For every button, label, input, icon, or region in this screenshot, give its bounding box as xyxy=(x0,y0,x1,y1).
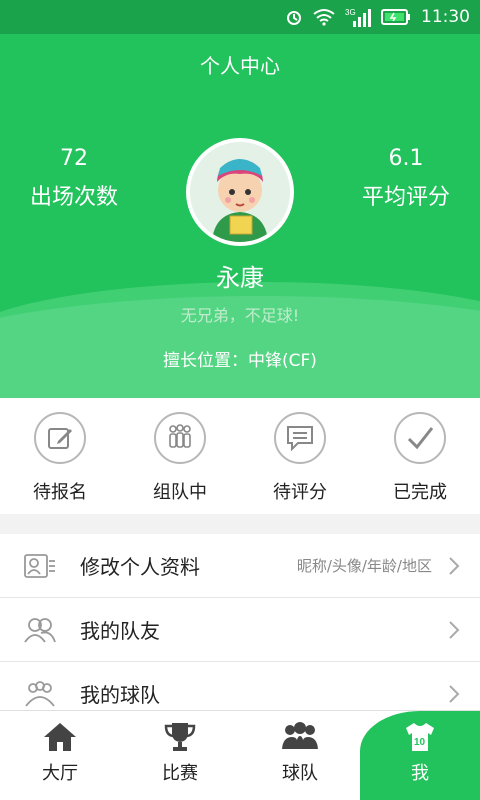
status-label: 待评分 xyxy=(273,482,327,503)
jersey-number: 10 xyxy=(414,737,426,748)
status-label: 组队中 xyxy=(153,482,207,503)
avatar[interactable] xyxy=(186,138,294,246)
battery-icon xyxy=(381,9,411,25)
team-icon xyxy=(154,412,206,464)
comment-icon xyxy=(274,412,326,464)
list-item-title: 修改个人资料 xyxy=(80,555,200,579)
rating-label: 平均评分 xyxy=(361,185,450,210)
clock-text: 11:30 xyxy=(421,7,470,27)
user-motto: 无兄弟，不足球! xyxy=(180,306,300,325)
profile-header: 个人中心 72 出场次数 6.1 平均评分 永康 无兄弟，不足球! 擅长位置：中… xyxy=(0,34,480,398)
tab-label: 我 xyxy=(411,763,429,784)
appearances-stat: 72 出场次数 xyxy=(4,146,144,211)
signal-icon: 3G xyxy=(345,7,371,27)
rating-value: 6.1 xyxy=(388,146,424,171)
profile-card-icon xyxy=(0,552,80,580)
trophy-icon xyxy=(164,723,196,751)
jersey-icon: 10 xyxy=(406,723,434,751)
page-title: 个人中心 xyxy=(200,54,280,78)
home-icon xyxy=(44,723,76,751)
status-pending-signup[interactable]: 待报名 xyxy=(0,398,120,514)
my-teammates-item[interactable]: 我的队友 xyxy=(0,598,480,662)
appearances-count: 72 xyxy=(60,146,88,171)
tab-me[interactable]: 10 我 xyxy=(360,711,480,800)
tab-lobby[interactable]: 大厅 xyxy=(0,711,120,800)
status-pending-rating[interactable]: 待评分 xyxy=(240,398,360,514)
check-icon xyxy=(394,412,446,464)
network-type: 3G xyxy=(345,8,356,17)
match-status-row: 待报名 组队中 待评分 已完成 xyxy=(0,398,480,514)
list-item-title: 我的队友 xyxy=(80,619,160,643)
chevron-right-icon xyxy=(444,556,464,576)
list-item-hint: 昵称/头像/年龄/地区 xyxy=(296,557,432,575)
profile-menu-list: 修改个人资料 昵称/头像/年龄/地区 我的队友 我的球队 xyxy=(0,534,480,726)
status-completed[interactable]: 已完成 xyxy=(360,398,480,514)
status-bar: 3G 11:30 xyxy=(0,0,480,34)
appearances-label: 出场次数 xyxy=(29,185,118,210)
team-group-icon xyxy=(0,680,80,708)
user-name: 永康 xyxy=(216,264,264,292)
rating-stat: 6.1 平均评分 xyxy=(336,146,476,211)
edit-profile-item[interactable]: 修改个人资料 昵称/头像/年龄/地区 xyxy=(0,534,480,598)
status-forming-team[interactable]: 组队中 xyxy=(120,398,240,514)
chevron-right-icon xyxy=(444,620,464,640)
tab-label: 比赛 xyxy=(162,763,198,784)
tab-matches[interactable]: 比赛 xyxy=(120,711,240,800)
teammates-icon xyxy=(0,616,80,644)
tab-label: 球队 xyxy=(282,763,318,784)
avatar-illustration xyxy=(190,142,290,242)
wifi-icon xyxy=(313,8,335,26)
edit-icon xyxy=(34,412,86,464)
tab-label: 大厅 xyxy=(42,763,78,784)
tab-teams[interactable]: 球队 xyxy=(240,711,360,800)
status-label: 待报名 xyxy=(33,482,87,503)
status-label: 已完成 xyxy=(393,482,447,503)
alarm-icon xyxy=(285,8,303,26)
bottom-tab-bar: 大厅 比赛 球队 10 我 xyxy=(0,710,480,800)
team-icon xyxy=(282,722,318,749)
chevron-right-icon xyxy=(444,684,464,704)
preferred-position: 擅长位置：中锋(CF) xyxy=(163,351,317,371)
list-item-title: 我的球队 xyxy=(80,683,160,707)
